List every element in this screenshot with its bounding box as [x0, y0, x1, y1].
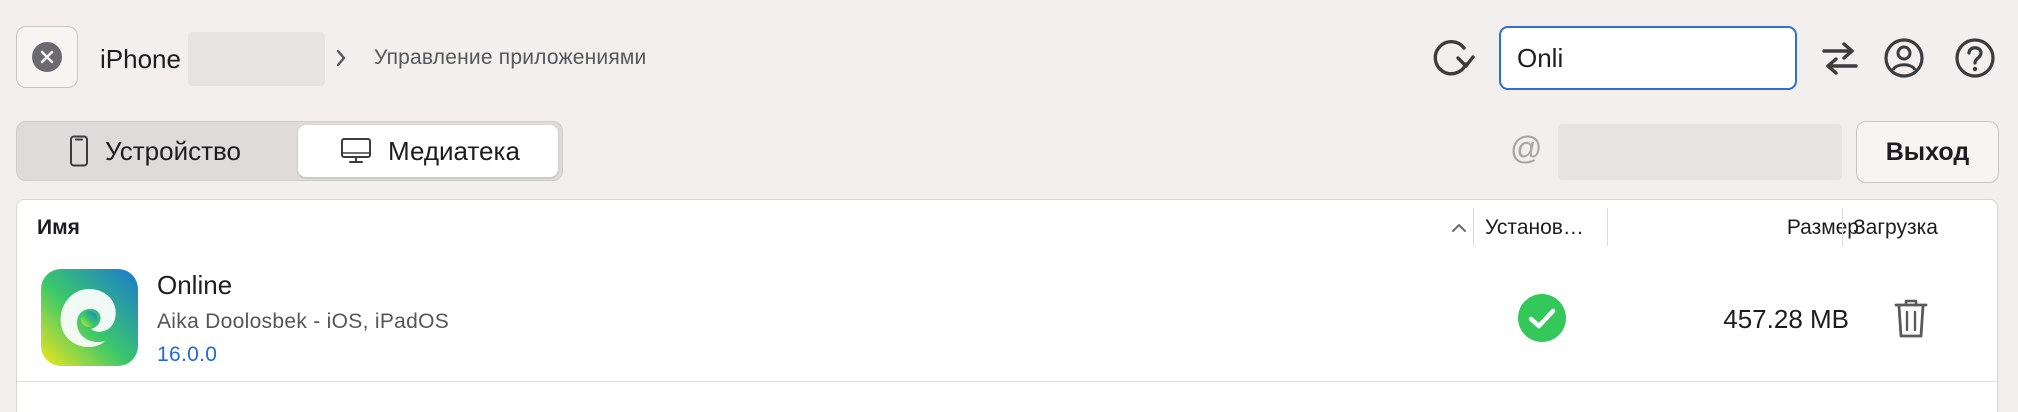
- source-segmented-control: Устройство Медиатека: [16, 121, 563, 181]
- sort-ascending-icon[interactable]: [1449, 218, 1469, 238]
- app-name[interactable]: Online: [157, 270, 232, 301]
- column-header-download[interactable]: Загрузка: [1853, 216, 1938, 240]
- account-email-redacted: [1558, 124, 1842, 180]
- column-header-installed[interactable]: Установ…: [1485, 216, 1584, 240]
- apps-table: Имя Установ… Размер Загрузка Online Aika…: [16, 199, 1998, 412]
- row-divider: [17, 381, 1997, 382]
- search-input[interactable]: [1499, 26, 1797, 90]
- segment-library-label: Медиатека: [388, 135, 520, 166]
- breadcrumb: Управление приложениями: [374, 46, 647, 69]
- segment-library[interactable]: Медиатека: [298, 125, 558, 177]
- close-icon: [32, 42, 62, 72]
- app-icon: [41, 269, 138, 366]
- computer-icon: [341, 138, 371, 163]
- app-developer: Aika Doolosbek - iOS, iPadOS: [157, 310, 450, 333]
- column-divider[interactable]: [1473, 208, 1474, 246]
- at-icon: @: [1510, 130, 1543, 166]
- trash-icon[interactable]: [1893, 297, 1929, 339]
- refresh-icon[interactable]: [1428, 36, 1476, 80]
- app-version: 16.0.0: [157, 343, 218, 366]
- app-size: 457.28 MB: [1723, 304, 1849, 334]
- logout-button[interactable]: Выход: [1856, 121, 1999, 183]
- column-divider[interactable]: [1607, 208, 1608, 246]
- segment-device-label: Устройство: [105, 135, 242, 166]
- installed-check-icon: [1518, 294, 1566, 342]
- column-divider[interactable]: [1842, 208, 1843, 246]
- breadcrumb-chevron-icon: [336, 49, 346, 67]
- iphone-icon: [70, 135, 88, 167]
- segment-device[interactable]: Устройство: [21, 125, 311, 177]
- device-name: iPhone: [100, 44, 181, 74]
- device-name-redacted: [188, 32, 325, 86]
- column-header-name[interactable]: Имя: [37, 216, 80, 240]
- account-icon[interactable]: [1882, 36, 1926, 80]
- swap-icon[interactable]: [1818, 36, 1862, 80]
- help-icon[interactable]: [1953, 36, 1997, 80]
- close-button[interactable]: [16, 26, 78, 88]
